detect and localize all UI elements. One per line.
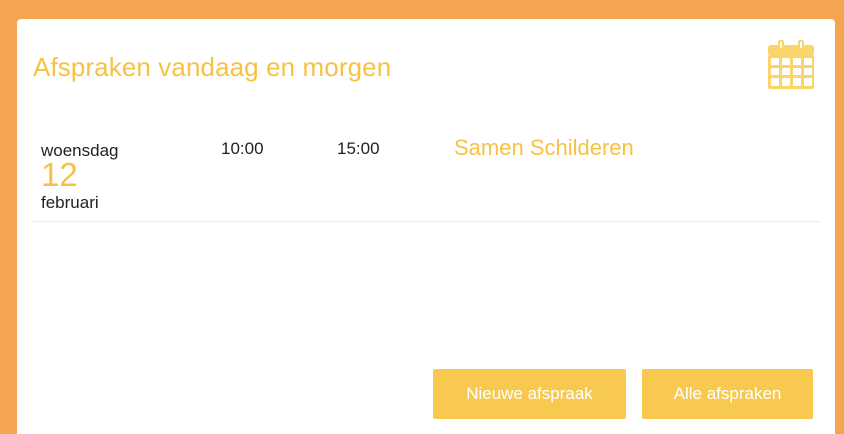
card-title: Afspraken vandaag en morgen	[33, 52, 392, 82]
appointments-card: Afspraken vandaag en morgen woensdag 12 …	[17, 19, 835, 434]
all-appointments-button[interactable]: Alle afspraken	[642, 369, 813, 419]
new-appointment-button[interactable]: Nieuwe afspraak	[433, 369, 626, 419]
appointment-title-link[interactable]: Samen Schilderen	[454, 135, 634, 161]
appointment-start-time: 10:00	[221, 139, 264, 158]
appointment-day-number: 12	[41, 156, 78, 193]
appointment-end-time: 15:00	[337, 139, 380, 158]
appointment-month: februari	[41, 193, 99, 212]
calendar-icon	[768, 40, 814, 89]
appointment-row[interactable]: woensdag 12 februari 10:00 15:00 Samen S…	[33, 129, 820, 222]
